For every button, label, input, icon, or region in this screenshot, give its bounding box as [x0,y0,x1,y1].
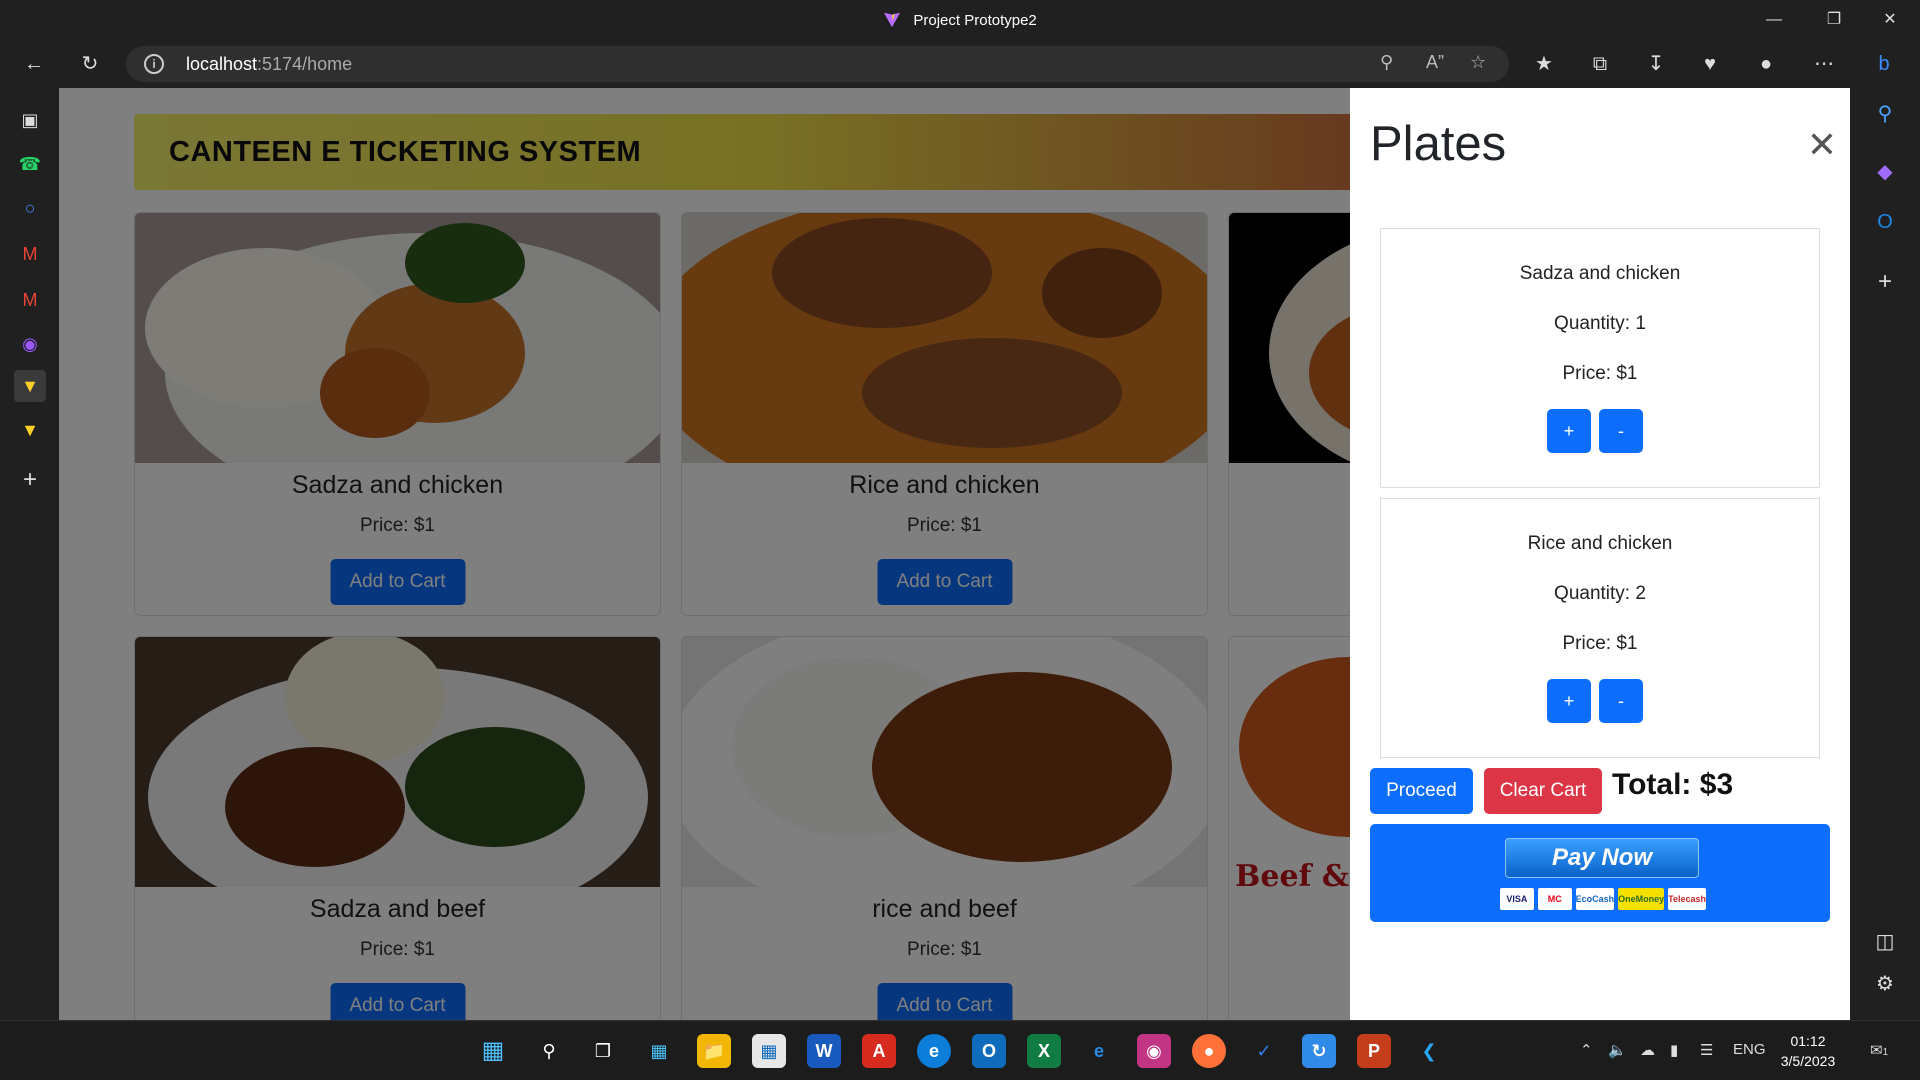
new-tab-icon[interactable]: + [14,464,46,496]
site-info-icon[interactable]: i [144,54,164,74]
page-viewport: CANTEEN E TICKETING SYSTEM Sadza and chi… [59,88,1350,1020]
outlook-icon[interactable]: O [972,1034,1006,1068]
plate-price: Price: $1 [1562,363,1638,384]
telecash-logo: Telecash [1668,888,1707,910]
decrease-quantity-button[interactable]: - [1599,679,1643,723]
close-window-button[interactable]: ✕ [1862,0,1918,40]
edge-sidebar: ⚲ ◆ O + ◫ ⚙ [1850,88,1920,1020]
gmail-icon[interactable]: M [14,284,46,316]
browser-toolbar: ← ↻ i localhost:5174/home ⚲ A” ☆ ★ ⧉ ↧ ♥… [0,40,1920,88]
notification-count: 1 [1882,1047,1889,1058]
pay-now-button[interactable]: Pay Now VISA MC EcoCash OneMoney Telecas… [1370,824,1830,922]
search-icon[interactable]: ⚲ [1869,98,1901,130]
decrease-quantity-button[interactable]: - [1599,409,1643,453]
windows-start-icon[interactable]: ▦ [476,1034,510,1068]
gmail-icon[interactable]: M [14,238,46,270]
refresh-icon[interactable]: ↻ [72,46,108,82]
url-text[interactable]: localhost:5174/home [186,54,352,75]
clock[interactable]: 01:12 3/5/2023 [1776,1031,1840,1071]
drawer-title: Plates [1370,117,1507,171]
plate-name: Sadza and chicken [1519,263,1681,284]
show-hidden-icons[interactable]: ⌃ [1580,1041,1593,1059]
battery-icon[interactable]: ▮ [1670,1041,1678,1059]
close-icon[interactable]: ✕ [1805,127,1839,163]
clear-cart-button[interactable]: Clear Cart [1484,768,1602,814]
excel-icon[interactable]: X [1027,1034,1061,1068]
minimize-button[interactable]: — [1746,0,1802,40]
plate-quantity: Quantity: 1 [1554,313,1646,334]
vertical-tab-bar: ▣ ☎ ○ M M ◉ ▼ ▼ + [0,88,59,1020]
search-icon[interactable]: ⚲ [532,1034,566,1068]
file-explorer-icon[interactable]: 📁 [697,1034,731,1068]
notification-icon[interactable]: ✉1 [1870,1041,1888,1059]
bing-icon[interactable]: b [1866,46,1902,82]
clock-time: 01:12 [1790,1033,1826,1049]
whatsapp-icon[interactable]: ☎ [14,148,46,180]
plates-drawer: Plates ✕ Sadza and chicken Quantity: 1 P… [1350,88,1850,1020]
favorites-icon[interactable]: ★ [1526,46,1562,82]
visa-logo: VISA [1500,888,1534,910]
maximize-button[interactable]: ❐ [1806,0,1862,40]
increase-quantity-button[interactable]: + [1547,679,1591,723]
mastercard-logo: MC [1537,888,1572,910]
collections-icon[interactable]: ⧉ [1582,46,1618,82]
health-icon[interactable]: ♥ [1692,46,1728,82]
back-arrow-icon[interactable]: ← [16,46,52,82]
payment-methods: VISA MC EcoCash OneMoney Telecash [1500,888,1707,910]
edge-icon[interactable]: e [917,1034,951,1068]
onedrive-icon[interactable]: ☁ [1640,1041,1655,1059]
window-title-text: Project Prototype2 [913,12,1037,29]
internet-explorer-icon[interactable]: e [1082,1034,1116,1068]
more-menu-icon[interactable]: ⋯ [1806,46,1842,82]
increase-quantity-button[interactable]: + [1547,409,1591,453]
powerpoint-icon[interactable]: P [1357,1034,1391,1068]
google-search-icon[interactable]: ○ [14,192,46,224]
sidebar-panel-icon[interactable]: ◫ [1869,926,1901,958]
discover-icon[interactable]: ◆ [1869,156,1901,188]
language-indicator[interactable]: ENG [1733,1041,1766,1058]
plate-item: Sadza and chicken Quantity: 1 Price: $1 … [1380,228,1820,488]
downloads-icon[interactable]: ↧ [1638,46,1674,82]
key-icon[interactable]: ⚲ [1380,52,1393,73]
vite-tab-icon[interactable]: ▼ [14,370,46,402]
plate-name: Rice and chicken [1527,533,1673,554]
add-favorite-icon[interactable]: ☆ [1470,52,1486,73]
proceed-button[interactable]: Proceed [1370,768,1473,814]
acrobat-icon[interactable]: A [862,1034,896,1068]
vite-tab-icon[interactable]: ▼ [14,414,46,446]
profile-avatar[interactable]: ● [1748,46,1784,82]
plate-item: Rice and chicken Quantity: 2 Price: $1 +… [1380,498,1820,758]
ecocash-logo: EcoCash [1575,888,1615,910]
settings-gear-icon[interactable]: ⚙ [1869,968,1901,1000]
cart-total: Total: $3 [1612,768,1734,801]
sync-icon[interactable]: ↻ [1302,1034,1336,1068]
backdrop-overlay[interactable] [59,88,1350,1020]
plate-price: Price: $1 [1562,633,1638,654]
word-icon[interactable]: W [807,1034,841,1068]
clock-date: 3/5/2023 [1780,1053,1836,1069]
wifi-icon[interactable]: ☰ [1700,1041,1713,1059]
vite-logo-icon [884,12,901,28]
todo-icon[interactable]: ✓ [1247,1034,1281,1068]
onemoney-logo: OneMoney [1618,888,1665,910]
instagram-icon[interactable]: ◉ [1137,1034,1171,1068]
chat-icon[interactable]: ◉ [14,328,46,360]
tab-actions-icon[interactable]: ▣ [14,104,46,136]
title-bar: Project Prototype2 — ❐ ✕ [0,0,1920,40]
store-icon[interactable]: ▦ [752,1034,786,1068]
firefox-icon[interactable]: ● [1192,1034,1226,1068]
widgets-icon[interactable]: ▦ [642,1034,676,1068]
read-aloud-icon[interactable]: A” [1426,52,1444,73]
pay-now-label: Pay Now [1505,838,1699,878]
window-title: Project Prototype2 [0,10,1920,29]
add-sidebar-icon[interactable]: + [1869,266,1901,298]
taskbar: ▦ ⚲ ❐ ▦ 📁 ▦ W A e O X e ◉ ● ✓ ↻ P ❮ ⌃ 🔈 … [0,1020,1920,1080]
task-view-icon[interactable]: ❐ [586,1034,620,1068]
outlook-icon[interactable]: O [1869,206,1901,238]
vscode-icon[interactable]: ❮ [1412,1034,1446,1068]
plate-quantity: Quantity: 2 [1554,583,1646,604]
volume-mute-icon[interactable]: 🔈 [1608,1041,1627,1059]
address-bar[interactable]: i localhost:5174/home ⚲ A” ☆ [126,46,1509,82]
